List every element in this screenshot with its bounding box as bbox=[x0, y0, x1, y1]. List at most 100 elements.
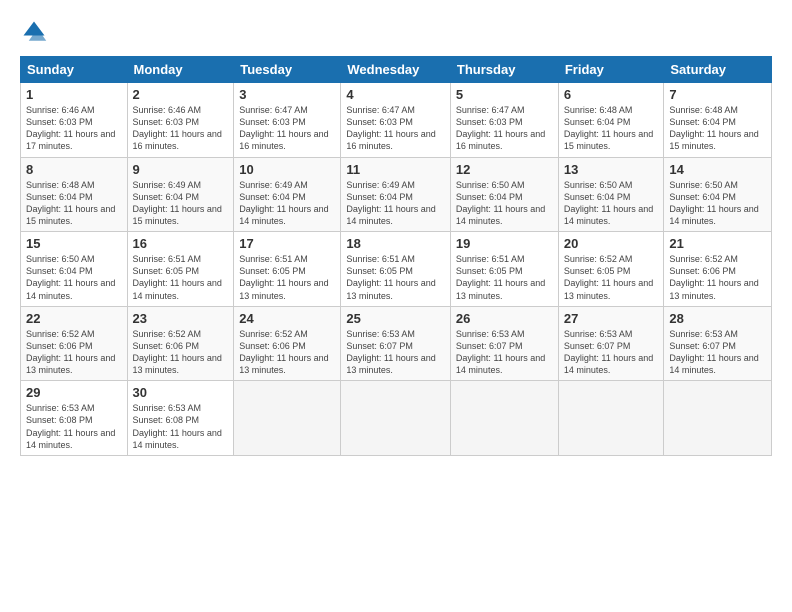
day-info: Sunrise: 6:48 AMSunset: 6:04 PMDaylight:… bbox=[669, 104, 766, 153]
calendar-cell: 30 Sunrise: 6:53 AMSunset: 6:08 PMDayligh… bbox=[127, 381, 234, 456]
day-info: Sunrise: 6:50 AMSunset: 6:04 PMDaylight:… bbox=[564, 179, 659, 228]
calendar-cell: 24 Sunrise: 6:52 AMSunset: 6:06 PMDayligh… bbox=[234, 306, 341, 381]
calendar-cell: 25 Sunrise: 6:53 AMSunset: 6:07 PMDayligh… bbox=[341, 306, 451, 381]
day-info: Sunrise: 6:48 AMSunset: 6:04 PMDaylight:… bbox=[26, 179, 122, 228]
day-info: Sunrise: 6:52 AMSunset: 6:06 PMDaylight:… bbox=[133, 328, 229, 377]
day-info: Sunrise: 6:47 AMSunset: 6:03 PMDaylight:… bbox=[239, 104, 335, 153]
day-number: 10 bbox=[239, 162, 335, 177]
day-number: 5 bbox=[456, 87, 553, 102]
day-info: Sunrise: 6:50 AMSunset: 6:04 PMDaylight:… bbox=[669, 179, 766, 228]
day-info: Sunrise: 6:53 AMSunset: 6:07 PMDaylight:… bbox=[669, 328, 766, 377]
day-number: 25 bbox=[346, 311, 445, 326]
calendar-header-thursday: Thursday bbox=[450, 57, 558, 83]
day-info: Sunrise: 6:50 AMSunset: 6:04 PMDaylight:… bbox=[26, 253, 122, 302]
calendar-cell: 21 Sunrise: 6:52 AMSunset: 6:06 PMDayligh… bbox=[664, 232, 772, 307]
day-info: Sunrise: 6:52 AMSunset: 6:06 PMDaylight:… bbox=[669, 253, 766, 302]
calendar-header-friday: Friday bbox=[558, 57, 664, 83]
calendar-cell bbox=[558, 381, 664, 456]
calendar-week-5: 29 Sunrise: 6:53 AMSunset: 6:08 PMDayligh… bbox=[21, 381, 772, 456]
day-info: Sunrise: 6:49 AMSunset: 6:04 PMDaylight:… bbox=[133, 179, 229, 228]
day-number: 18 bbox=[346, 236, 445, 251]
day-info: Sunrise: 6:50 AMSunset: 6:04 PMDaylight:… bbox=[456, 179, 553, 228]
page: SundayMondayTuesdayWednesdayThursdayFrid… bbox=[0, 0, 792, 612]
day-number: 17 bbox=[239, 236, 335, 251]
day-info: Sunrise: 6:49 AMSunset: 6:04 PMDaylight:… bbox=[346, 179, 445, 228]
calendar-header-sunday: Sunday bbox=[21, 57, 128, 83]
calendar-cell: 18 Sunrise: 6:51 AMSunset: 6:05 PMDayligh… bbox=[341, 232, 451, 307]
day-info: Sunrise: 6:53 AMSunset: 6:07 PMDaylight:… bbox=[346, 328, 445, 377]
calendar-cell: 19 Sunrise: 6:51 AMSunset: 6:05 PMDayligh… bbox=[450, 232, 558, 307]
calendar-cell: 13Sunrise: 6:50 AMSunset: 6:04 PMDayligh… bbox=[558, 157, 664, 232]
day-number: 11 bbox=[346, 162, 445, 177]
day-number: 12 bbox=[456, 162, 553, 177]
calendar-cell: 12 Sunrise: 6:50 AMSunset: 6:04 PMDayligh… bbox=[450, 157, 558, 232]
calendar-cell: 10 Sunrise: 6:49 AMSunset: 6:04 PMDayligh… bbox=[234, 157, 341, 232]
day-info: Sunrise: 6:51 AMSunset: 6:05 PMDaylight:… bbox=[456, 253, 553, 302]
day-number: 30 bbox=[133, 385, 229, 400]
day-info: Sunrise: 6:46 AMSunset: 6:03 PMDaylight:… bbox=[26, 104, 122, 153]
day-info: Sunrise: 6:46 AMSunset: 6:03 PMDaylight:… bbox=[133, 104, 229, 153]
calendar: SundayMondayTuesdayWednesdayThursdayFrid… bbox=[20, 56, 772, 456]
day-number: 24 bbox=[239, 311, 335, 326]
logo bbox=[20, 18, 52, 46]
day-info: Sunrise: 6:52 AMSunset: 6:05 PMDaylight:… bbox=[564, 253, 659, 302]
calendar-cell bbox=[450, 381, 558, 456]
day-info: Sunrise: 6:49 AMSunset: 6:04 PMDaylight:… bbox=[239, 179, 335, 228]
calendar-cell: 27Sunrise: 6:53 AMSunset: 6:07 PMDayligh… bbox=[558, 306, 664, 381]
calendar-cell: 26 Sunrise: 6:53 AMSunset: 6:07 PMDayligh… bbox=[450, 306, 558, 381]
day-number: 4 bbox=[346, 87, 445, 102]
day-info: Sunrise: 6:51 AMSunset: 6:05 PMDaylight:… bbox=[346, 253, 445, 302]
day-number: 3 bbox=[239, 87, 335, 102]
calendar-cell: 28 Sunrise: 6:53 AMSunset: 6:07 PMDayligh… bbox=[664, 306, 772, 381]
calendar-header-wednesday: Wednesday bbox=[341, 57, 451, 83]
calendar-cell: 11 Sunrise: 6:49 AMSunset: 6:04 PMDayligh… bbox=[341, 157, 451, 232]
day-number: 21 bbox=[669, 236, 766, 251]
calendar-header-saturday: Saturday bbox=[664, 57, 772, 83]
day-info: Sunrise: 6:53 AMSunset: 6:07 PMDaylight:… bbox=[456, 328, 553, 377]
calendar-cell: 22 Sunrise: 6:52 AMSunset: 6:06 PMDayligh… bbox=[21, 306, 128, 381]
day-number: 1 bbox=[26, 87, 122, 102]
day-info: Sunrise: 6:53 AMSunset: 6:08 PMDaylight:… bbox=[26, 402, 122, 451]
calendar-cell: 9 Sunrise: 6:49 AMSunset: 6:04 PMDaylight… bbox=[127, 157, 234, 232]
day-number: 28 bbox=[669, 311, 766, 326]
day-number: 8 bbox=[26, 162, 122, 177]
calendar-cell: 14Sunrise: 6:50 AMSunset: 6:04 PMDayligh… bbox=[664, 157, 772, 232]
calendar-cell: 16 Sunrise: 6:51 AMSunset: 6:05 PMDayligh… bbox=[127, 232, 234, 307]
calendar-header-tuesday: Tuesday bbox=[234, 57, 341, 83]
calendar-cell: 8 Sunrise: 6:48 AMSunset: 6:04 PMDaylight… bbox=[21, 157, 128, 232]
header bbox=[20, 18, 772, 46]
calendar-week-4: 22 Sunrise: 6:52 AMSunset: 6:06 PMDayligh… bbox=[21, 306, 772, 381]
logo-icon bbox=[20, 18, 48, 46]
day-info: Sunrise: 6:48 AMSunset: 6:04 PMDaylight:… bbox=[564, 104, 659, 153]
day-number: 29 bbox=[26, 385, 122, 400]
calendar-cell: 15 Sunrise: 6:50 AMSunset: 6:04 PMDayligh… bbox=[21, 232, 128, 307]
calendar-header-row: SundayMondayTuesdayWednesdayThursdayFrid… bbox=[21, 57, 772, 83]
day-info: Sunrise: 6:52 AMSunset: 6:06 PMDaylight:… bbox=[26, 328, 122, 377]
calendar-cell: 4 Sunrise: 6:47 AMSunset: 6:03 PMDaylight… bbox=[341, 83, 451, 158]
calendar-cell: 17 Sunrise: 6:51 AMSunset: 6:05 PMDayligh… bbox=[234, 232, 341, 307]
day-info: Sunrise: 6:52 AMSunset: 6:06 PMDaylight:… bbox=[239, 328, 335, 377]
day-number: 19 bbox=[456, 236, 553, 251]
day-number: 9 bbox=[133, 162, 229, 177]
day-number: 6 bbox=[564, 87, 659, 102]
calendar-cell: 1 Sunrise: 6:46 AMSunset: 6:03 PMDaylight… bbox=[21, 83, 128, 158]
day-number: 22 bbox=[26, 311, 122, 326]
day-info: Sunrise: 6:51 AMSunset: 6:05 PMDaylight:… bbox=[239, 253, 335, 302]
day-info: Sunrise: 6:53 AMSunset: 6:07 PMDaylight:… bbox=[564, 328, 659, 377]
day-number: 15 bbox=[26, 236, 122, 251]
calendar-cell: 20Sunrise: 6:52 AMSunset: 6:05 PMDayligh… bbox=[558, 232, 664, 307]
calendar-cell: 29 Sunrise: 6:53 AMSunset: 6:08 PMDayligh… bbox=[21, 381, 128, 456]
calendar-week-3: 15 Sunrise: 6:50 AMSunset: 6:04 PMDayligh… bbox=[21, 232, 772, 307]
day-number: 26 bbox=[456, 311, 553, 326]
calendar-cell: 2Sunrise: 6:46 AMSunset: 6:03 PMDaylight… bbox=[127, 83, 234, 158]
day-info: Sunrise: 6:47 AMSunset: 6:03 PMDaylight:… bbox=[346, 104, 445, 153]
calendar-cell bbox=[664, 381, 772, 456]
calendar-cell: 5Sunrise: 6:47 AMSunset: 6:03 PMDaylight… bbox=[450, 83, 558, 158]
day-number: 16 bbox=[133, 236, 229, 251]
calendar-cell: 6 Sunrise: 6:48 AMSunset: 6:04 PMDaylight… bbox=[558, 83, 664, 158]
calendar-cell: 3 Sunrise: 6:47 AMSunset: 6:03 PMDaylight… bbox=[234, 83, 341, 158]
day-info: Sunrise: 6:51 AMSunset: 6:05 PMDaylight:… bbox=[133, 253, 229, 302]
day-number: 7 bbox=[669, 87, 766, 102]
calendar-header-monday: Monday bbox=[127, 57, 234, 83]
day-info: Sunrise: 6:53 AMSunset: 6:08 PMDaylight:… bbox=[133, 402, 229, 451]
